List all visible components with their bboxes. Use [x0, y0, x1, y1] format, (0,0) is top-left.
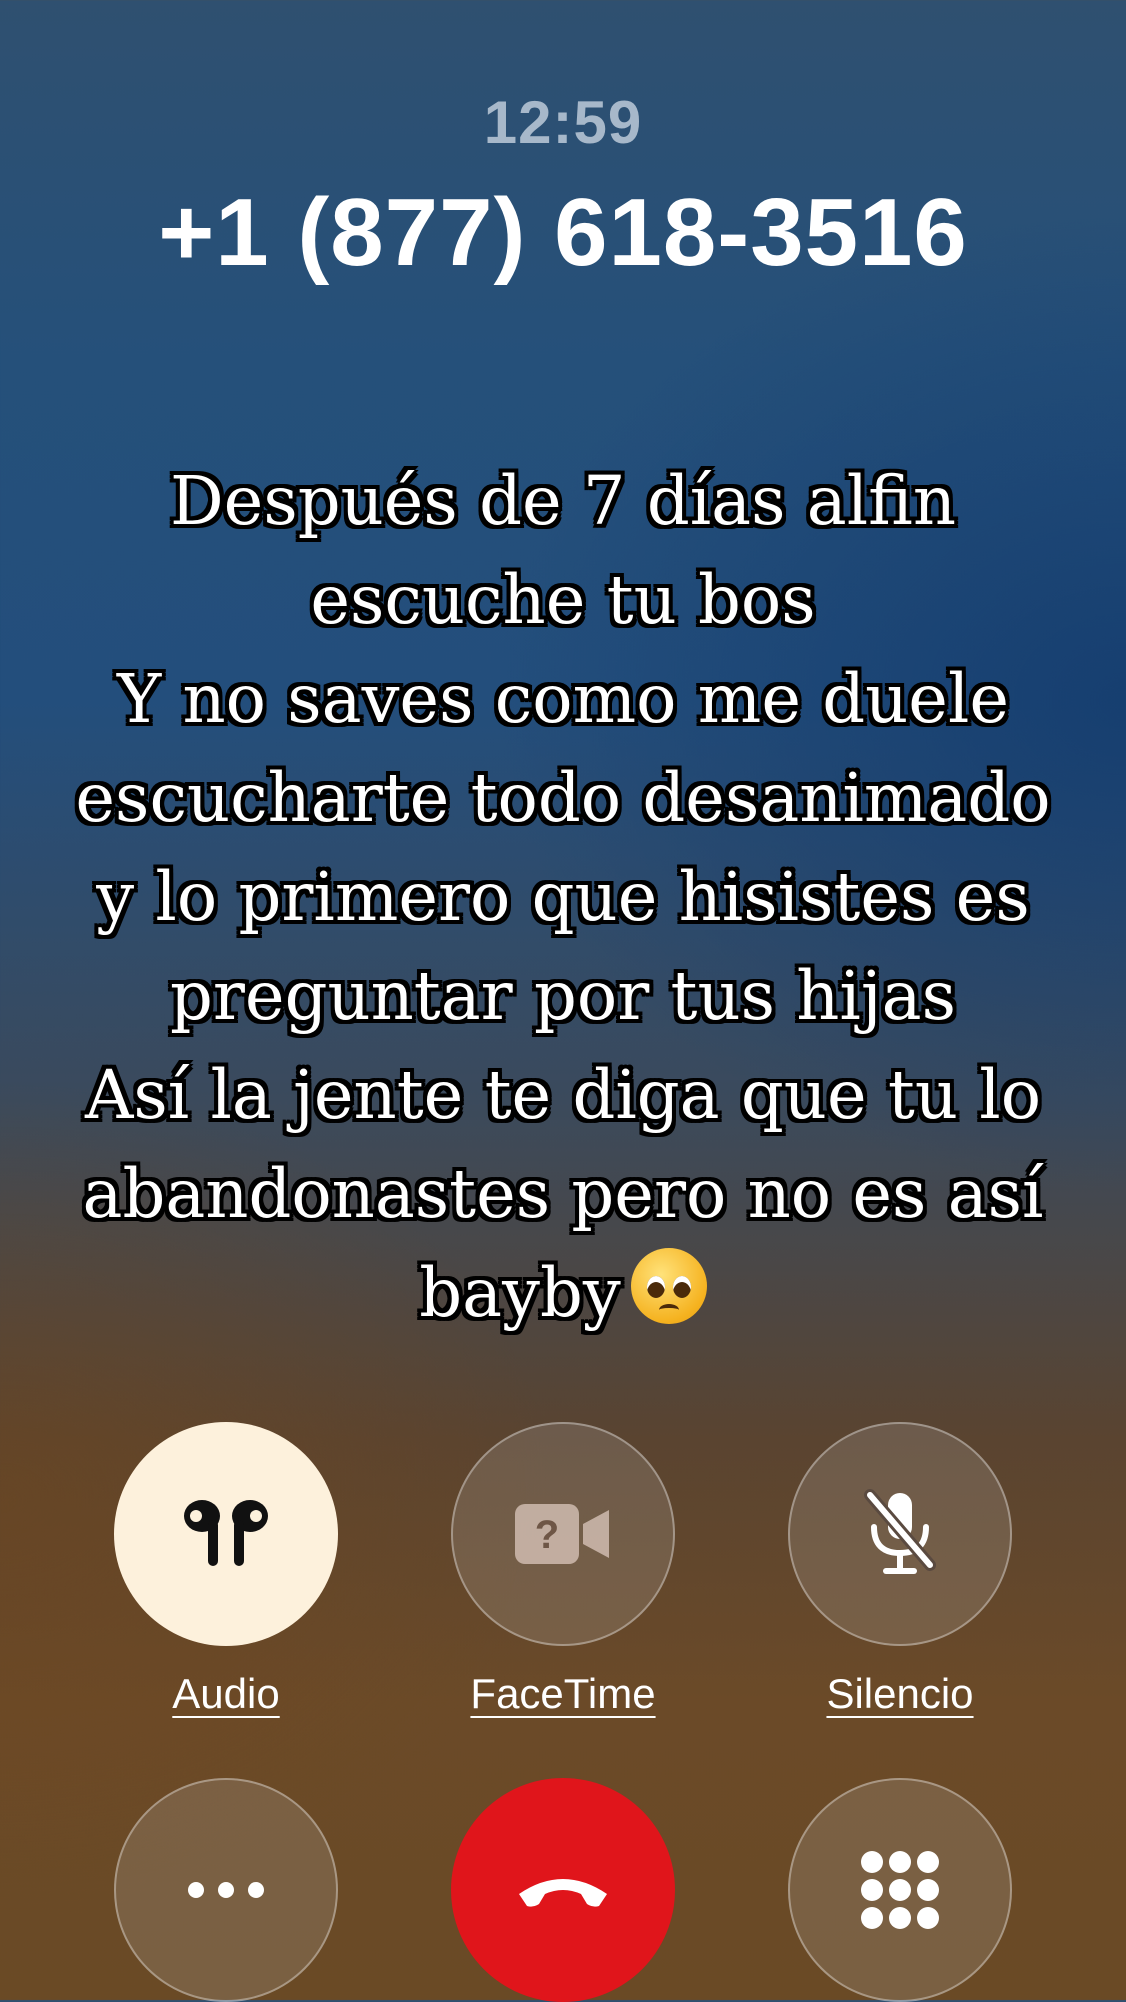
mute-label[interactable]: Silencio [750, 1670, 1050, 1718]
svg-text:?: ? [535, 1513, 559, 1557]
airpods-icon [184, 1500, 268, 1566]
phone-hangup-icon [519, 1879, 607, 1907]
keypad-icon [861, 1851, 939, 1929]
caller-number: +1 (877) 618-3516 [158, 179, 968, 286]
keypad-button[interactable] [788, 1778, 1012, 2002]
facetime-label[interactable]: FaceTime [413, 1670, 713, 1718]
video-camera-question-icon: ? [515, 1504, 609, 1564]
call-time: 12:59 [483, 89, 643, 156]
caption-text-overlay: Después de 7 días alfin escuche tu bos Y… [73, 452, 1053, 1343]
end-call-button[interactable] [451, 1778, 675, 2002]
ellipsis-icon [188, 1882, 264, 1898]
audio-button[interactable] [114, 1422, 338, 1646]
pleading-face-emoji-icon [630, 1248, 707, 1324]
more-button[interactable] [114, 1778, 338, 2002]
mute-button[interactable] [788, 1422, 1012, 1646]
facetime-button[interactable]: ? [451, 1422, 675, 1646]
audio-label[interactable]: Audio [76, 1670, 376, 1718]
caption-text: Después de 7 días alfin escuche tu bos Y… [75, 462, 1051, 1332]
microphone-slash-icon [864, 1489, 936, 1574]
